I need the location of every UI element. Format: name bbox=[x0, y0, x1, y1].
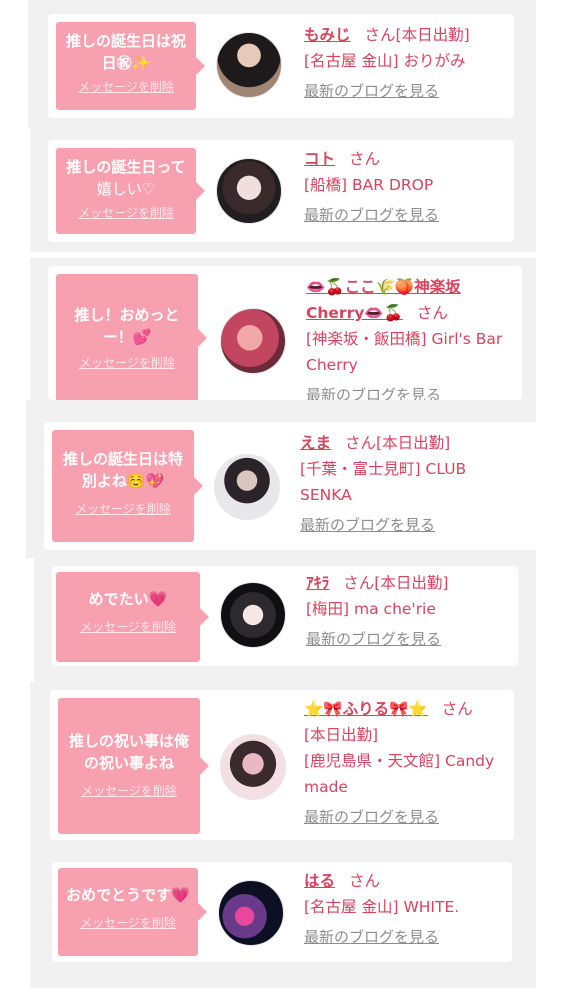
delete-message-link[interactable]: メッセージを削除 bbox=[62, 618, 194, 635]
avatar[interactable] bbox=[216, 32, 282, 98]
avatar[interactable] bbox=[220, 734, 286, 800]
message-card: 推し！おめっと ー！💕 メッセージを削除 👄🍒ここ🌾🍑神楽坂 Cherry👄🍒 さ… bbox=[48, 266, 522, 400]
cast-name-link-line2[interactable]: Cherry👄🍒 bbox=[306, 304, 403, 322]
latest-blog-link[interactable]: 最新のブログを見る bbox=[304, 202, 439, 228]
message-card: 推しの誕生日って 嬉しい♡ メッセージを削除 コト さん [船橋] BAR DRO… bbox=[48, 140, 514, 242]
latest-blog-link[interactable]: 最新のブログを見る bbox=[300, 512, 435, 538]
message-bubble: めでたい💗 メッセージを削除 bbox=[56, 572, 209, 662]
message-card: めでたい💗 メッセージを削除 ｱｷﾗ さん[本日出勤] [梅田] ma che'r… bbox=[52, 566, 518, 666]
message-bubble: 推し！おめっと ー！💕 メッセージを削除 bbox=[56, 274, 207, 400]
cast-info: もみじ さん[本日出勤] [名古屋 金山] おりがみ 最新のブログを見る bbox=[304, 22, 509, 104]
avatar[interactable] bbox=[220, 308, 286, 374]
cast-name-link[interactable]: えま bbox=[300, 434, 331, 452]
latest-blog-link[interactable]: 最新のブログを見る bbox=[304, 804, 439, 830]
avatar[interactable] bbox=[220, 582, 286, 648]
delete-message-link[interactable]: メッセージを削除 bbox=[62, 78, 190, 95]
delete-message-link[interactable]: メッセージを削除 bbox=[62, 204, 190, 221]
delete-message-link[interactable]: メッセージを削除 bbox=[58, 500, 188, 517]
message-text: 推しの誕生日は特 別よね☺️💖 bbox=[62, 450, 183, 490]
cast-name-link[interactable]: コト bbox=[304, 150, 335, 168]
delete-message-link[interactable]: メッセージを削除 bbox=[64, 782, 194, 799]
message-bubble: 推しの誕生日は祝 日㊗✨ メッセージを削除 bbox=[56, 22, 205, 110]
cast-name-link[interactable]: ｱｷﾗ bbox=[306, 574, 329, 592]
message-card: 推しの誕生日は祝 日㊗✨ メッセージを削除 もみじ さん[本日出勤] [名古屋 金… bbox=[48, 14, 514, 118]
message-bubble: 推しの誕生日って 嬉しい♡ メッセージを削除 bbox=[56, 148, 205, 234]
cast-info: はる さん [名古屋 金山] WHITE. 最新のブログを見る bbox=[304, 868, 508, 950]
avatar[interactable] bbox=[214, 454, 280, 520]
message-text: おめでとうです💗 bbox=[66, 886, 190, 904]
avatar[interactable] bbox=[218, 880, 284, 946]
avatar[interactable] bbox=[216, 158, 282, 224]
latest-blog-link[interactable]: 最新のブログを見る bbox=[306, 626, 441, 652]
message-text: 推し！おめっと ー！💕 bbox=[74, 306, 180, 346]
message-card: おめでとうです💗 メッセージを削除 はる さん [名古屋 金山] WHITE. 最… bbox=[52, 862, 512, 962]
message-bubble: 推しの誕生日は特 別よね☺️💖 メッセージを削除 bbox=[52, 430, 203, 542]
message-card: 推しの祝い事は俺 の祝い事よね メッセージを削除 ⭐🎀ふりる🎀⭐ さん [本日出勤… bbox=[50, 690, 514, 840]
delete-message-link[interactable]: メッセージを削除 bbox=[62, 354, 192, 371]
cast-info: 👄🍒ここ🌾🍑神楽坂 Cherry👄🍒 さん [神楽坂・飯田橋] Girl's Ba… bbox=[306, 274, 518, 400]
cast-info: コト さん [船橋] BAR DROP 最新のブログを見る bbox=[304, 146, 509, 228]
message-card: 推しの誕生日は特 別よね☺️💖 メッセージを削除 えま さん[本日出勤] [千葉・… bbox=[44, 422, 540, 550]
message-text: 推しの誕生日は祝 日㊗✨ bbox=[65, 32, 186, 72]
message-text: 推しの誕生日って 嬉しい♡ bbox=[66, 158, 186, 198]
cast-name-link[interactable]: 👄🍒ここ🌾🍑神楽坂 bbox=[306, 278, 461, 296]
cast-name-link[interactable]: ⭐🎀ふりる🎀⭐ bbox=[304, 700, 428, 718]
delete-message-link[interactable]: メッセージを削除 bbox=[64, 914, 192, 931]
cast-info: ⭐🎀ふりる🎀⭐ さん [本日出勤] [鹿児島県・天文館] Candy made 最… bbox=[304, 696, 510, 830]
message-text: 推しの祝い事は俺 の祝い事よね bbox=[68, 732, 189, 772]
cast-info: えま さん[本日出勤] [千葉・富士見町] CLUB SENKA 最新のブログを見… bbox=[300, 430, 532, 538]
cast-name-link[interactable]: はる bbox=[304, 872, 335, 890]
latest-blog-link[interactable]: 最新のブログを見る bbox=[304, 78, 439, 104]
latest-blog-link[interactable]: 最新のブログを見る bbox=[304, 924, 439, 950]
message-text: めでたい💗 bbox=[88, 590, 168, 608]
message-bubble: おめでとうです💗 メッセージを削除 bbox=[58, 868, 207, 956]
cast-info: ｱｷﾗ さん[本日出勤] [梅田] ma che'rie 最新のブログを見る bbox=[306, 570, 514, 652]
cast-name-link[interactable]: もみじ bbox=[304, 26, 351, 44]
message-bubble: 推しの祝い事は俺 の祝い事よね メッセージを削除 bbox=[58, 698, 209, 834]
latest-blog-link[interactable]: 最新のブログを見る bbox=[306, 382, 441, 400]
